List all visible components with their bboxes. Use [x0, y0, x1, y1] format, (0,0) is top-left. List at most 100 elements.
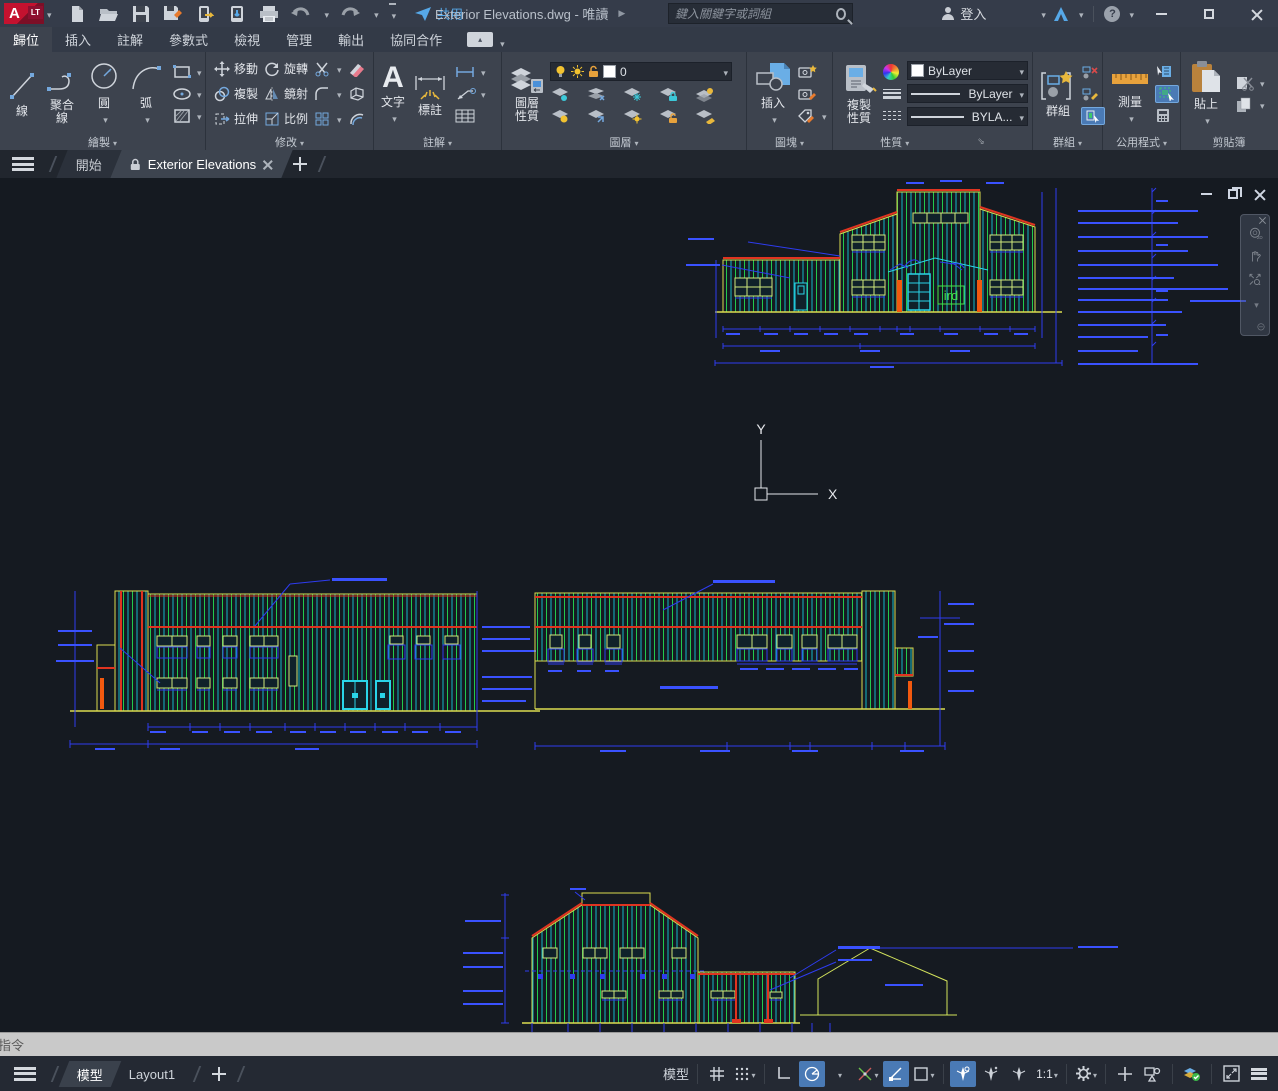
layer-unisolate-button[interactable] [586, 109, 608, 124]
layer-isolate-button[interactable] [586, 87, 608, 102]
layer-lock-button[interactable] [658, 87, 680, 102]
graphics-performance-button[interactable] [1179, 1061, 1205, 1087]
drawing-close-icon[interactable] [1254, 188, 1266, 200]
app-logo[interactable]: A LT [4, 3, 44, 24]
circle-button[interactable]: 圓 [84, 59, 124, 128]
insert-dropdown-icon[interactable] [769, 112, 777, 126]
cut-dropdown-icon[interactable] [1257, 74, 1265, 92]
hatch-tool-button[interactable] [172, 107, 202, 125]
snap-dropdown-icon[interactable] [751, 1065, 755, 1083]
navbar-customize-icon[interactable] [1255, 323, 1267, 331]
save-as-button[interactable] [162, 3, 184, 25]
workspace-switching-button[interactable] [1073, 1061, 1099, 1087]
measure-button[interactable]: 測量 [1107, 60, 1153, 127]
command-line[interactable]: 指令 [0, 1032, 1278, 1056]
copy-clip-dropdown-icon[interactable] [1257, 96, 1265, 114]
undo-dropdown-icon[interactable] [322, 5, 330, 23]
search-icon[interactable] [836, 8, 846, 20]
close-button[interactable] [1236, 0, 1278, 27]
panel-draw-label[interactable]: 繪製 [88, 134, 117, 150]
layer-match-button[interactable] [694, 109, 716, 124]
ribbon-tab-output[interactable]: 輸出 [325, 27, 377, 52]
layer-off-button[interactable] [550, 87, 572, 102]
layout-menu-button[interactable] [14, 1067, 36, 1081]
array-dropdown-icon[interactable] [334, 112, 342, 126]
array-button[interactable] [314, 111, 342, 127]
text-dropdown-icon[interactable] [389, 111, 397, 125]
save-button[interactable] [130, 3, 152, 25]
selection-cycling-dropdown-icon[interactable] [930, 1065, 934, 1083]
leader-button[interactable] [454, 85, 486, 103]
panel-block-label[interactable]: 圖塊 [775, 134, 804, 150]
drawing-restore-icon[interactable] [1228, 189, 1238, 199]
steering-wheel-2d-icon[interactable]: 2D [1245, 227, 1265, 240]
mirror-button[interactable]: 鏡射 [264, 85, 308, 102]
stretch-button[interactable]: 拉伸 [214, 110, 258, 127]
trim-dropdown-icon[interactable] [334, 62, 342, 76]
osnap-tracking-dropdown-icon[interactable] [874, 1065, 878, 1083]
layer-unlock-button[interactable] [658, 109, 680, 124]
workspace-dropdown-icon[interactable] [1093, 1065, 1097, 1083]
ribbon-tab-collaborate[interactable]: 協同合作 [377, 27, 455, 52]
object-color-combo[interactable]: ByLayer [907, 61, 1028, 80]
quick-calculator-button[interactable] [1155, 107, 1179, 125]
ellipse-tool-button[interactable] [172, 85, 202, 103]
linetype-list-button[interactable] [883, 107, 901, 125]
layer-freeze-button[interactable] [622, 87, 644, 102]
ellipse-dropdown-icon[interactable] [194, 85, 202, 103]
annotation-scale-dropdown-icon[interactable] [1054, 1065, 1058, 1083]
drawing-canvas[interactable]: ird [0, 178, 1278, 1032]
annotation-scale-button[interactable]: 1:1 [1034, 1061, 1060, 1087]
plot-button[interactable] [258, 3, 280, 25]
layer-properties-button[interactable]: 圖層性質 [506, 63, 548, 125]
table-button[interactable] [454, 107, 486, 125]
open-file-button[interactable] [98, 3, 120, 25]
qat-customize-dropdown-icon[interactable] [389, 3, 397, 24]
create-block-button[interactable] [797, 63, 827, 81]
ortho-toggle[interactable] [771, 1061, 797, 1087]
drawing-minimize-icon[interactable] [1201, 193, 1212, 195]
ribbon-tab-insert[interactable]: 插入 [52, 27, 104, 52]
ribbon-tab-annotate[interactable]: 註解 [104, 27, 156, 52]
move-button[interactable]: 移動 [214, 60, 258, 77]
file-tab-menu-button[interactable] [12, 157, 34, 171]
linear-dim-button[interactable] [454, 63, 486, 81]
layer-on-button[interactable] [550, 109, 572, 124]
circle-dropdown-icon[interactable] [100, 112, 108, 126]
customization-menu-button[interactable] [1246, 1061, 1272, 1087]
zoom-extents-icon[interactable] [1245, 273, 1265, 286]
polar-tracking-toggle[interactable] [799, 1061, 825, 1087]
explode-button[interactable] [348, 86, 366, 102]
lineweight-combo[interactable]: ByLayer [907, 84, 1028, 103]
dimension-button[interactable]: 標註 [410, 68, 450, 119]
leader-dropdown-icon[interactable] [478, 85, 486, 103]
define-attributes-button[interactable] [797, 107, 827, 125]
grid-toggle[interactable] [704, 1061, 730, 1087]
group-button[interactable]: 群組 [1037, 67, 1079, 120]
hatch-dropdown-icon[interactable] [194, 107, 202, 125]
pan-hand-icon[interactable] [1245, 250, 1265, 263]
signin-button[interactable]: 登入 [960, 4, 986, 23]
signin-dropdown-icon[interactable] [1038, 5, 1046, 23]
erase-button[interactable] [348, 61, 366, 77]
file-tab-close-icon[interactable] [263, 159, 273, 169]
model-space-toggle[interactable]: 模型 [661, 1061, 691, 1087]
annotation-monitor-button[interactable] [1112, 1061, 1138, 1087]
text-button[interactable]: A 文字 [378, 60, 408, 127]
help-icon[interactable]: ? [1104, 6, 1120, 22]
ribbon-tab-home[interactable]: 歸位 [0, 27, 52, 52]
line-button[interactable]: 線 [4, 67, 40, 120]
color-wheel-button[interactable] [883, 63, 901, 81]
save-to-mobile-button[interactable] [226, 3, 248, 25]
attributes-dropdown-icon[interactable] [819, 107, 827, 125]
autodesk-dropdown-icon[interactable] [1076, 5, 1084, 23]
selection-cycling-toggle[interactable] [911, 1061, 937, 1087]
measure-dropdown-icon[interactable] [1126, 111, 1134, 125]
ribbon-display-toggle[interactable] [467, 32, 493, 47]
autodesk-logo-icon[interactable] [1052, 5, 1070, 23]
panel-layers-label[interactable]: 圖層 [609, 134, 638, 150]
panel-groups-label[interactable]: 群組 [1053, 134, 1082, 150]
panel-modify-label[interactable]: 修改 [275, 134, 304, 150]
layer-thaw-button[interactable] [622, 109, 644, 124]
ribbon-tab-view[interactable]: 檢視 [221, 27, 273, 52]
